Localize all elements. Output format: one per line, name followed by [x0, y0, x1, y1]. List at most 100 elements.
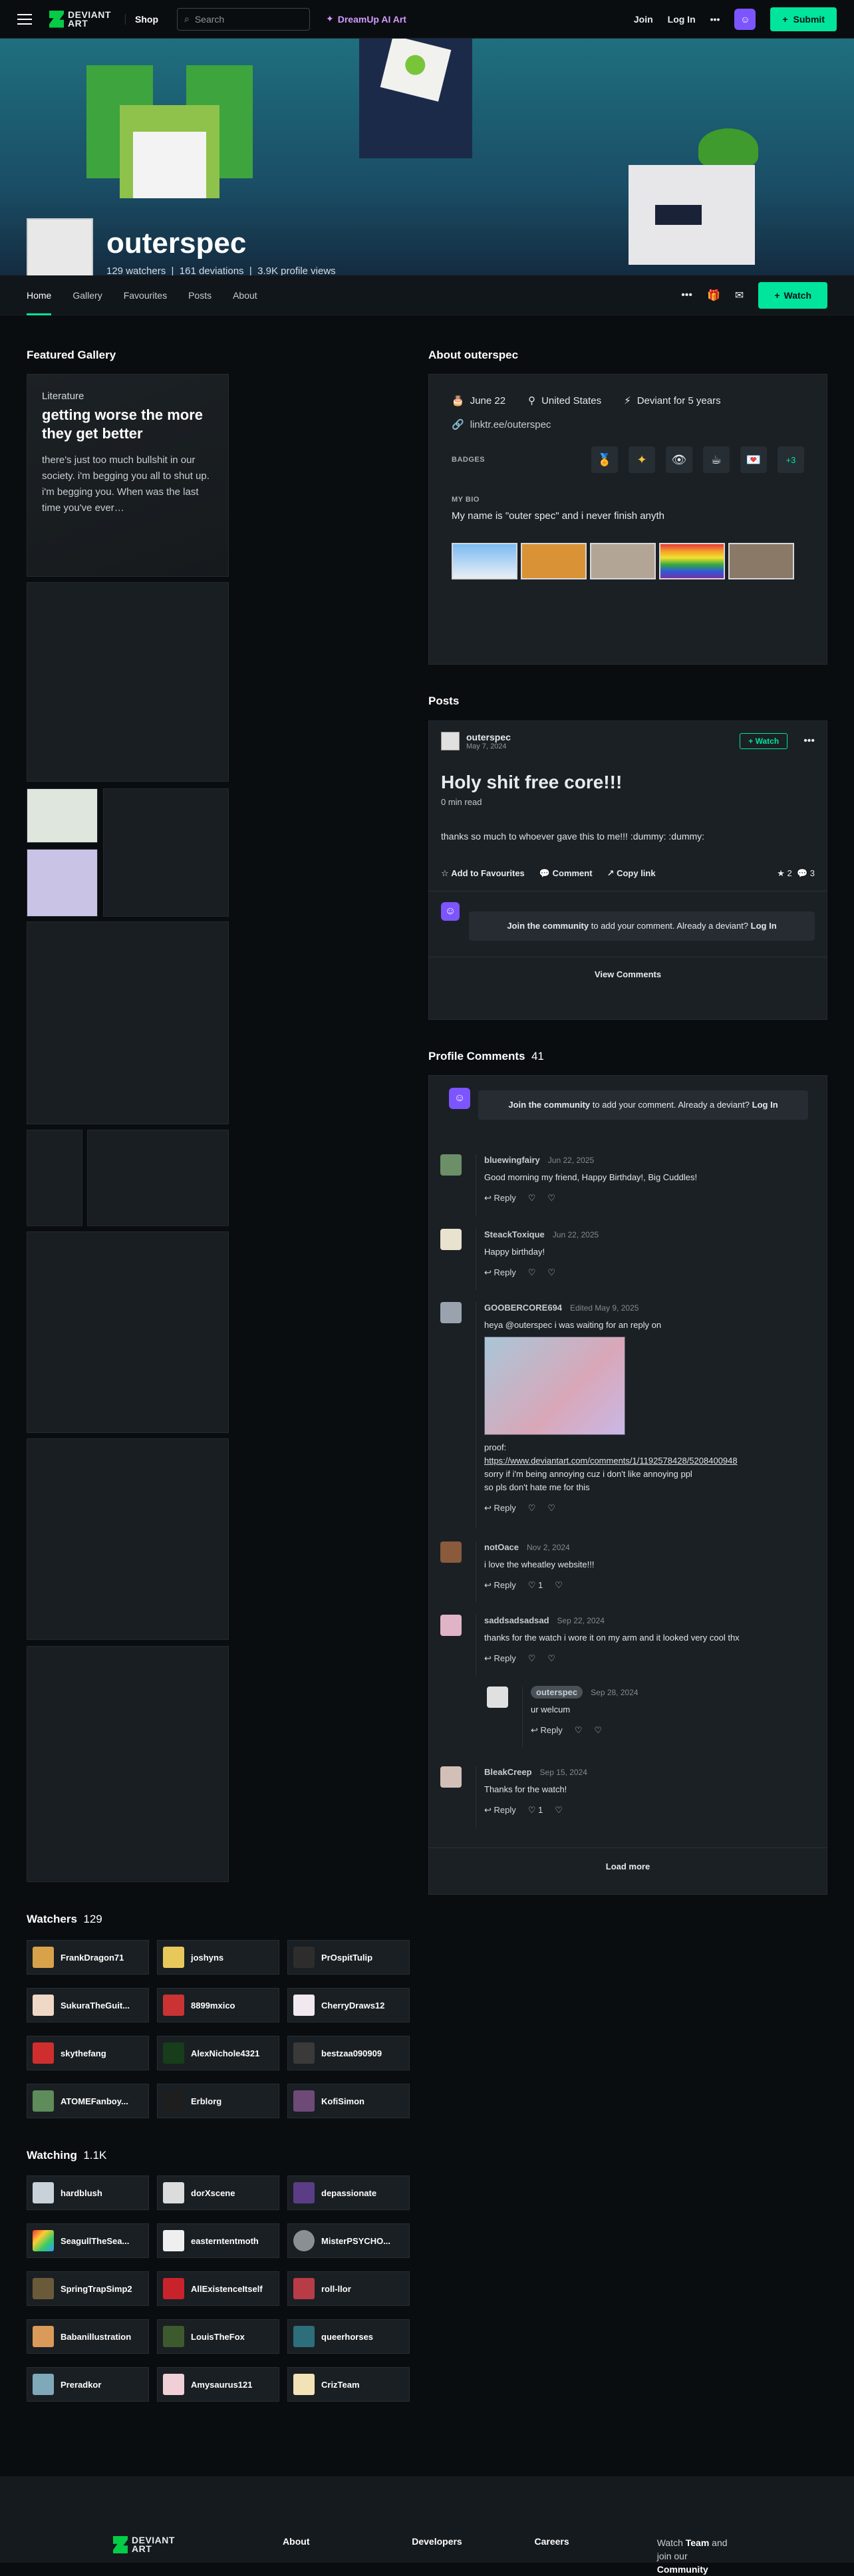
- footer-team-link[interactable]: Team: [686, 2537, 710, 2548]
- watching-card[interactable]: SpringTrapSimp2: [27, 2271, 149, 2306]
- commenter-name[interactable]: saddsadsadsad: [484, 1615, 549, 1625]
- like-icon[interactable]: ♡ 1: [528, 1580, 543, 1591]
- gallery-tile[interactable]: [27, 1438, 229, 1640]
- login-link[interactable]: Log In: [752, 1100, 778, 1110]
- join-link[interactable]: Join: [634, 14, 653, 25]
- watching-card[interactable]: dorXscene: [157, 2175, 279, 2210]
- badge-icon[interactable]: 💌: [740, 446, 767, 473]
- footer-community-link[interactable]: Community: [657, 2564, 708, 2575]
- watching-card[interactable]: easterntentmoth: [157, 2223, 279, 2258]
- tab-posts[interactable]: Posts: [188, 275, 212, 315]
- footer-about-link[interactable]: About: [283, 2536, 412, 2563]
- like-icon[interactable]: ♡ 1: [528, 1805, 543, 1816]
- tab-about[interactable]: About: [233, 275, 257, 315]
- footer-careers-link[interactable]: Careers: [534, 2536, 656, 2563]
- commenter-avatar[interactable]: [440, 1229, 462, 1250]
- commenter-avatar[interactable]: [440, 1766, 462, 1788]
- gallery-thumb[interactable]: [27, 849, 98, 917]
- watching-card[interactable]: Babanillustration: [27, 2319, 149, 2354]
- gallery-tile[interactable]: [103, 788, 229, 917]
- watcher-card[interactable]: ATOMEFanboy...: [27, 2084, 149, 2118]
- watch-button[interactable]: + Watch: [758, 281, 827, 309]
- stamp-image[interactable]: [521, 543, 587, 579]
- watching-card[interactable]: queerhorses: [287, 2319, 410, 2354]
- commenter-name[interactable]: bluewingfairy: [484, 1155, 540, 1165]
- post-title[interactable]: Holy shit free core!!!: [429, 750, 827, 793]
- like-icon[interactable]: ♡: [528, 1193, 536, 1204]
- badge-icon[interactable]: 🏅: [591, 446, 618, 473]
- dislike-icon[interactable]: ♡: [555, 1580, 563, 1591]
- tab-gallery[interactable]: Gallery: [72, 275, 102, 315]
- reply-button[interactable]: ↩ Reply: [484, 1503, 516, 1514]
- watching-card[interactable]: CrizTeam: [287, 2367, 410, 2402]
- footer-logo[interactable]: DEVIANT ART: [113, 2535, 265, 2563]
- watcher-card[interactable]: CherryDraws12: [287, 1988, 410, 2022]
- watching-card[interactable]: hardblush: [27, 2175, 149, 2210]
- stamp-image[interactable]: [659, 543, 725, 579]
- like-icon[interactable]: ♡: [575, 1725, 583, 1736]
- like-icon[interactable]: ♡: [528, 1653, 536, 1664]
- more-icon[interactable]: •••: [710, 14, 720, 25]
- watcher-card[interactable]: joshyns: [157, 1940, 279, 1975]
- comment-link[interactable]: https://www.deviantart.com/comments/1/11…: [484, 1455, 801, 1467]
- stamp-image[interactable]: [452, 543, 517, 579]
- view-comments-button[interactable]: View Comments: [429, 957, 827, 979]
- watcher-card[interactable]: Erblorg: [157, 2084, 279, 2118]
- dislike-icon[interactable]: ♡: [555, 1805, 563, 1816]
- reply-button[interactable]: ↩ Reply: [484, 1193, 516, 1204]
- watching-card[interactable]: LouisTheFox: [157, 2319, 279, 2354]
- commenter-avatar[interactable]: [487, 1687, 508, 1708]
- avatar[interactable]: ☺: [734, 8, 756, 30]
- dislike-icon[interactable]: ♡: [594, 1725, 602, 1736]
- watcher-card[interactable]: KofiSimon: [287, 2084, 410, 2118]
- commenter-avatar[interactable]: [440, 1541, 462, 1563]
- comment-button[interactable]: 💬 Comment: [539, 868, 593, 879]
- comment-image[interactable]: [484, 1337, 625, 1435]
- gallery-tile[interactable]: [27, 921, 229, 1124]
- load-more-button[interactable]: Load more: [429, 1848, 827, 1871]
- commenter-name[interactable]: BleakCreep: [484, 1767, 532, 1777]
- reply-button[interactable]: ↩ Reply: [531, 1725, 563, 1736]
- more-icon[interactable]: •••: [803, 735, 815, 747]
- login-link[interactable]: Log In: [751, 921, 777, 931]
- watcher-card[interactable]: 8899mxico: [157, 1988, 279, 2022]
- badge-icon[interactable]: ✦: [629, 446, 655, 473]
- dislike-icon[interactable]: ♡: [547, 1267, 555, 1278]
- commenter-avatar[interactable]: [440, 1154, 462, 1176]
- tab-favourites[interactable]: Favourites: [124, 275, 167, 315]
- add-favourite-button[interactable]: ☆ Add to Favourites: [441, 868, 525, 879]
- mail-icon[interactable]: ✉: [735, 289, 744, 302]
- stamp-image[interactable]: [590, 543, 656, 579]
- dislike-icon[interactable]: ♡: [547, 1503, 555, 1514]
- badge-icon[interactable]: ☕: [703, 446, 730, 473]
- commenter-name[interactable]: notOace: [484, 1542, 519, 1552]
- watcher-card[interactable]: PrOspitTulip: [287, 1940, 410, 1975]
- dislike-icon[interactable]: ♡: [547, 1193, 555, 1204]
- watcher-card[interactable]: AlexNichole4321: [157, 2036, 279, 2070]
- watching-card[interactable]: MisterPSYCHO...: [287, 2223, 410, 2258]
- more-options-icon[interactable]: •••: [681, 289, 692, 301]
- profile-link[interactable]: linktr.ee/outerspec: [470, 419, 551, 430]
- post-author-avatar[interactable]: [441, 732, 460, 750]
- gallery-thumb[interactable]: [27, 788, 98, 843]
- post-watch-button[interactable]: + Watch: [740, 733, 788, 749]
- commenter-name[interactable]: outerspec: [531, 1686, 583, 1698]
- featured-literature[interactable]: Literature getting worse the more they g…: [27, 374, 229, 577]
- watcher-card[interactable]: bestzaa090909: [287, 2036, 410, 2070]
- watching-card[interactable]: depassionate: [287, 2175, 410, 2210]
- commenter-avatar[interactable]: [440, 1302, 462, 1323]
- join-community-link[interactable]: Join the community: [507, 921, 589, 931]
- commenter-avatar[interactable]: [440, 1615, 462, 1636]
- badges-more[interactable]: +3: [778, 446, 804, 473]
- search-input[interactable]: ⌕ Search: [177, 7, 310, 31]
- footer-developers-link[interactable]: Developers: [412, 2536, 534, 2563]
- reply-button[interactable]: ↩ Reply: [484, 1653, 516, 1664]
- gallery-tile[interactable]: [27, 582, 229, 782]
- dreamup-link[interactable]: ✦ DreamUp AI Art: [326, 13, 406, 25]
- join-community-link[interactable]: Join the community: [508, 1100, 590, 1110]
- copy-link-button[interactable]: ↗ Copy link: [607, 868, 656, 879]
- login-link[interactable]: Log In: [668, 14, 696, 25]
- gallery-tile[interactable]: [27, 1231, 229, 1433]
- watching-card[interactable]: SeagullTheSea...: [27, 2223, 149, 2258]
- dislike-icon[interactable]: ♡: [547, 1653, 555, 1664]
